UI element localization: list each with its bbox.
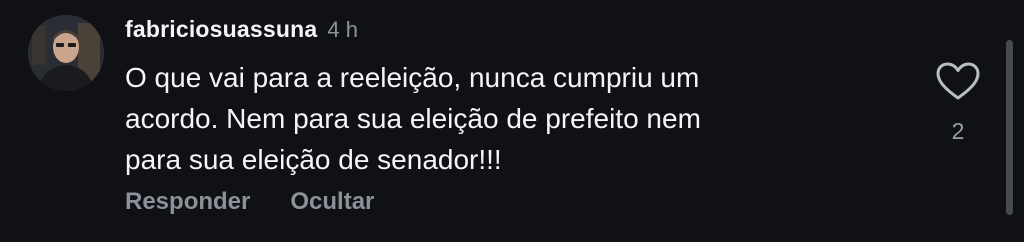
username-link[interactable]: fabriciosuassuna xyxy=(125,16,317,43)
comment-text-line: acordo. Nem para sua eleição de prefeito… xyxy=(125,103,701,134)
scrollbar[interactable] xyxy=(1006,40,1013,215)
hide-button[interactable]: Ocultar xyxy=(290,188,374,216)
comment-meta: fabriciosuassuna 4 h xyxy=(125,16,358,50)
timestamp: 4 h xyxy=(327,17,358,42)
avatar-photo-icon xyxy=(28,15,104,91)
heart-outline-icon xyxy=(936,62,980,100)
comment: fabriciosuassuna 4 h O que vai para a re… xyxy=(0,0,1024,242)
avatar[interactable] xyxy=(28,15,104,91)
comment-text: O que vai para a reeleição, nunca cumpri… xyxy=(125,57,895,180)
reply-button[interactable]: Responder xyxy=(125,188,250,216)
comment-text-line: O que vai para a reeleição, nunca cumpri… xyxy=(125,62,700,93)
like-button[interactable] xyxy=(934,60,982,102)
comment-text-line: para sua eleição de senador!!! xyxy=(125,144,502,175)
like-count: 2 xyxy=(951,118,965,144)
comment-actions: Responder Ocultar xyxy=(125,188,374,216)
